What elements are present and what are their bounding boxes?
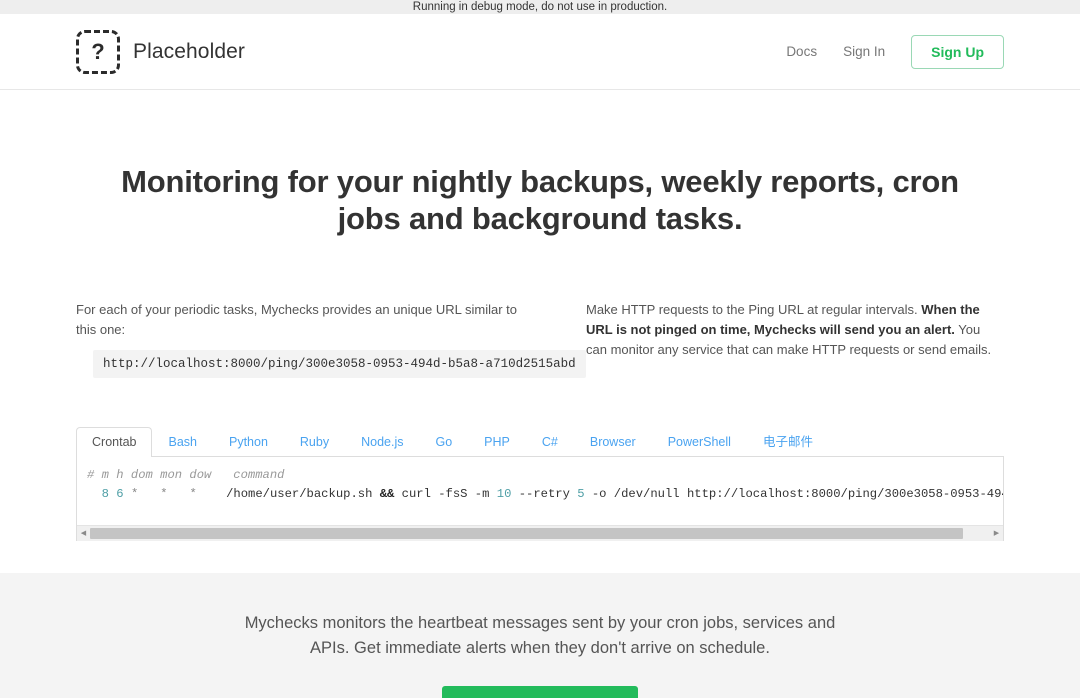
tab-ruby[interactable]: Ruby <box>284 427 345 457</box>
code-scroll-viewport[interactable]: # m h dom mon dow command 8 6 * * * /hom… <box>77 466 1003 514</box>
cta-description: Mychecks monitors the heartbeat messages… <box>244 614 836 658</box>
intro-right-text: Make HTTP requests to the Ping URL at re… <box>586 300 1004 360</box>
intro-section: For each of your periodic tasks, Mycheck… <box>0 300 1080 379</box>
logo-glyph: ? <box>91 38 105 64</box>
code-comment-line: # m h dom mon dow command <box>87 468 285 483</box>
intro-left-column: For each of your periodic tasks, Mycheck… <box>76 300 586 379</box>
hero-section: Monitoring for your nightly backups, wee… <box>0 90 1080 237</box>
code-operator: && <box>379 487 395 502</box>
tab-go[interactable]: Go <box>419 427 468 457</box>
code-curl-part3: -o /dev/null http://localhost:8000/ping/… <box>591 487 1003 502</box>
placeholder-question-mark-icon: ? <box>76 29 120 74</box>
code-mon: * <box>160 487 168 502</box>
nav-link-docs[interactable]: Docs <box>786 44 817 59</box>
tab-csharp[interactable]: C# <box>526 427 574 457</box>
intro-right-column: Make HTTP requests to the Ping URL at re… <box>586 300 1004 378</box>
tab-powershell[interactable]: PowerShell <box>652 427 747 457</box>
tab-email[interactable]: 电子邮件 <box>747 427 829 457</box>
brand-name: Placeholder <box>133 39 246 63</box>
code-dom: * <box>130 487 139 502</box>
nav-link-sign-in[interactable]: Sign In <box>843 44 885 59</box>
tab-crontab[interactable]: Crontab <box>76 427 153 458</box>
site-header: ? Placeholder Docs Sign In Sign Up <box>0 14 1080 90</box>
language-tab-strip: Crontab Bash Python Ruby Node.js Go PHP … <box>76 426 1004 458</box>
code-timeout: 10 <box>496 487 512 502</box>
code-minute: 8 <box>101 487 109 502</box>
code-retries: 5 <box>577 487 585 502</box>
hero-headline: Monitoring for your nightly backups, wee… <box>121 164 959 236</box>
debug-mode-banner: Running in debug mode, do not use in pro… <box>0 0 1080 14</box>
tab-bash[interactable]: Bash <box>152 427 213 457</box>
code-snippet-section: Crontab Bash Python Ruby Node.js Go PHP … <box>76 426 1004 542</box>
code-horizontal-scrollbar[interactable]: ◀ ▶ <box>77 525 1003 541</box>
header-sign-up-button[interactable]: Sign Up <box>911 34 1004 69</box>
bottom-cta-section: Mychecks monitors the heartbeat messages… <box>0 573 1080 698</box>
intro-left-text: For each of your periodic tasks, Mycheck… <box>76 302 517 338</box>
tab-php[interactable]: PHP <box>468 427 526 457</box>
header-nav: Docs Sign In Sign Up <box>786 34 1004 69</box>
scrollbar-thumb[interactable] <box>90 527 963 539</box>
scrollbar-track[interactable] <box>90 525 990 541</box>
intro-right-text-part1: Make HTTP requests to the Ping URL at re… <box>586 302 922 318</box>
code-curl-part1: curl -fsS -m <box>394 487 497 502</box>
brand-logo-link[interactable]: ? Placeholder <box>76 29 246 74</box>
tab-python[interactable]: Python <box>213 427 284 457</box>
crontab-code-block: # m h dom mon dow command 8 6 * * * /hom… <box>87 466 1003 504</box>
code-hour: 6 <box>116 487 124 502</box>
scroll-left-arrow-icon[interactable]: ◀ <box>77 525 90 541</box>
tab-nodejs[interactable]: Node.js <box>345 427 419 457</box>
tab-browser[interactable]: Browser <box>574 427 652 457</box>
code-command-path: /home/user/backup.sh <box>226 487 380 502</box>
ping-url-sample: http://localhost:8000/ping/300e3058-0953… <box>93 350 586 379</box>
debug-banner-text: Running in debug mode, do not use in pro… <box>412 1 668 13</box>
scroll-right-arrow-icon[interactable]: ▶ <box>990 525 1003 541</box>
code-curl-part2: --retry <box>511 487 578 502</box>
cta-sign-up-button[interactable]: Sign Up – It's Free <box>441 685 639 698</box>
code-panel: # m h dom mon dow command 8 6 * * * /hom… <box>76 457 1004 542</box>
code-dow: * <box>189 487 197 502</box>
